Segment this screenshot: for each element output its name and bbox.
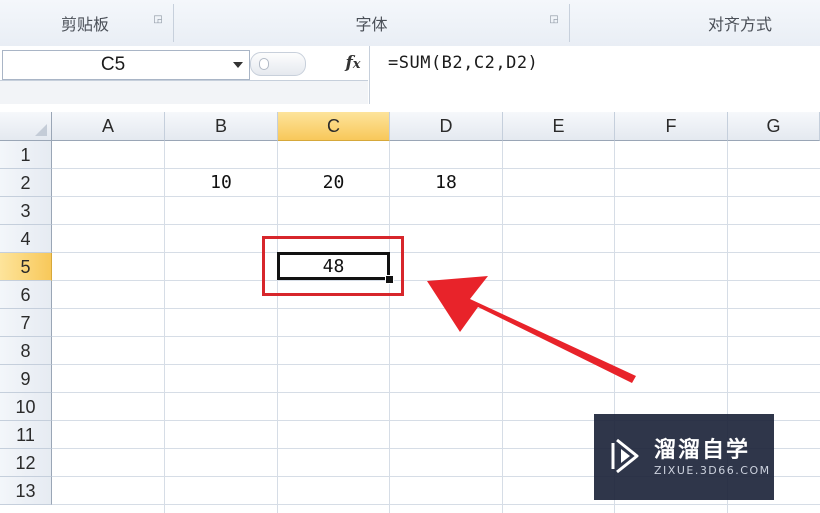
gridline xyxy=(52,280,820,281)
ribbon-group-clipboard-label: 剪贴板 xyxy=(60,15,109,34)
formula-bar-divider xyxy=(369,46,370,104)
row-header-9[interactable]: 9 xyxy=(0,365,52,393)
row-header-4[interactable]: 4 xyxy=(0,225,52,253)
select-all-icon[interactable] xyxy=(0,112,52,141)
fx-icon[interactable]: fx xyxy=(338,50,368,76)
name-box[interactable]: C5 xyxy=(2,50,250,80)
row-header-13[interactable]: 13 xyxy=(0,477,52,505)
gridline xyxy=(52,504,820,505)
row-header-3[interactable]: 3 xyxy=(0,197,52,225)
row-header-10[interactable]: 10 xyxy=(0,393,52,421)
formula-bar-splitter[interactable] xyxy=(250,52,306,76)
column-header-e[interactable]: E xyxy=(503,112,615,141)
column-header-d[interactable]: D xyxy=(390,112,503,141)
formula-bar: C5 fx =SUM(B2,C2,D2) xyxy=(0,46,820,105)
row-header-1[interactable]: 1 xyxy=(0,141,52,169)
ribbon: 剪贴板 ◲ 字体 ◲ 对齐方式 xyxy=(0,0,820,47)
formula-input[interactable]: =SUM(B2,C2,D2) xyxy=(388,50,538,78)
gridline xyxy=(52,392,820,393)
ribbon-group-alignment[interactable]: 对齐方式 xyxy=(570,0,820,46)
column-header-g[interactable]: G xyxy=(728,112,820,141)
column-header-b[interactable]: B xyxy=(165,112,278,141)
cell-d2[interactable]: 18 xyxy=(390,169,502,197)
font-dialog-launcher-icon[interactable]: ◲ xyxy=(548,14,560,26)
name-box-value: C5 xyxy=(100,54,126,75)
annotation-highlight-box xyxy=(262,236,404,296)
toolbar-gap xyxy=(0,104,820,112)
row-header-11[interactable]: 11 xyxy=(0,421,52,449)
watermark-name: 溜溜自学 xyxy=(654,438,751,463)
row-header-6[interactable]: 6 xyxy=(0,281,52,309)
row-header-2[interactable]: 2 xyxy=(0,169,52,197)
row-header-7[interactable]: 7 xyxy=(0,309,52,337)
clipboard-dialog-launcher-icon[interactable]: ◲ xyxy=(152,14,164,26)
watermark: 溜溜自学 ZIXUE.3D66.COM xyxy=(594,414,774,500)
ribbon-group-font-label: 字体 xyxy=(355,15,388,34)
column-header-f[interactable]: F xyxy=(615,112,728,141)
play-logo-icon xyxy=(611,438,639,474)
row-header-8[interactable]: 8 xyxy=(0,337,52,365)
formula-bar-lower xyxy=(0,80,368,105)
cell-b2[interactable]: 10 xyxy=(165,169,277,197)
splitter-knob[interactable] xyxy=(259,58,269,70)
ribbon-group-clipboard[interactable]: 剪贴板 xyxy=(0,0,170,46)
watermark-url: ZIXUE.3D66.COM xyxy=(654,464,771,477)
gridline xyxy=(52,336,820,337)
cell-c2[interactable]: 20 xyxy=(278,169,389,197)
column-header-a[interactable]: A xyxy=(52,112,165,141)
gridline xyxy=(52,364,820,365)
gridline xyxy=(52,308,820,309)
gridline xyxy=(52,252,820,253)
row-header-12[interactable]: 12 xyxy=(0,449,52,477)
ribbon-group-font[interactable]: 字体 xyxy=(174,0,569,46)
dropdown-arrow-icon[interactable] xyxy=(233,62,243,68)
column-header-c[interactable]: C xyxy=(278,112,390,141)
row-header-5[interactable]: 5 xyxy=(0,253,52,281)
gridline xyxy=(52,224,820,225)
ribbon-group-alignment-label: 对齐方式 xyxy=(707,15,772,34)
